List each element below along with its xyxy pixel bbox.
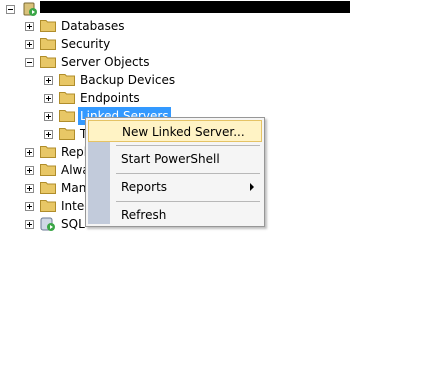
- tree-item-backup-devices[interactable]: Backup Devices: [0, 71, 200, 89]
- menu-separator: [116, 201, 260, 202]
- tree-item-replication[interactable]: Repl: [0, 143, 90, 161]
- submenu-arrow-icon: [250, 183, 254, 191]
- tree-item-label: Endpoints: [80, 91, 140, 105]
- tree-item-triggers[interactable]: T: [0, 125, 90, 143]
- expand-toggle-icon[interactable]: [25, 184, 34, 193]
- tree-item-management[interactable]: Man: [0, 179, 90, 197]
- expand-toggle-icon[interactable]: [44, 130, 53, 139]
- folder-icon: [59, 110, 75, 122]
- tree-root[interactable]: [0, 0, 438, 18]
- expand-toggle-icon[interactable]: [25, 202, 34, 211]
- tree-item-label: Server Objects: [61, 55, 150, 69]
- folder-icon: [40, 182, 56, 194]
- menu-separator: [116, 145, 260, 146]
- tree-item-databases[interactable]: Databases: [0, 17, 200, 35]
- tree-item-label: Backup Devices: [80, 73, 176, 87]
- tree-item-server-objects[interactable]: Server Objects: [0, 53, 200, 71]
- tree-item-label: Security: [61, 37, 111, 51]
- folder-icon: [40, 20, 56, 32]
- tree-item-alwayson[interactable]: Alwa: [0, 161, 90, 179]
- folder-icon: [59, 74, 75, 86]
- folder-icon: [40, 146, 56, 158]
- menu-item-new-linked-server[interactable]: New Linked Server...: [88, 120, 262, 142]
- collapse-toggle-icon[interactable]: [6, 5, 15, 14]
- expand-toggle-icon[interactable]: [25, 22, 34, 31]
- expand-toggle-icon[interactable]: [44, 94, 53, 103]
- menu-item-start-powershell[interactable]: Start PowerShell: [88, 148, 262, 170]
- tree-item-label: SQL: [61, 217, 85, 231]
- agent-icon: [40, 217, 55, 231]
- expand-toggle-icon[interactable]: [44, 76, 53, 85]
- collapse-toggle-icon[interactable]: [25, 58, 34, 67]
- menu-item-reports[interactable]: Reports: [88, 176, 262, 198]
- folder-icon: [40, 38, 56, 50]
- tree-item-label: Man: [61, 181, 87, 195]
- tree-item-security[interactable]: Security: [0, 35, 200, 53]
- tree-item-label: Databases: [61, 19, 125, 33]
- redacted-server-name: [40, 1, 350, 13]
- tree-item-label: Repl: [61, 145, 88, 159]
- expand-toggle-icon[interactable]: [25, 40, 34, 49]
- tree-item-integration[interactable]: Integ: [0, 197, 92, 215]
- menu-item-label: Reports: [121, 180, 168, 194]
- expand-toggle-icon[interactable]: [25, 148, 34, 157]
- folder-icon: [59, 92, 75, 104]
- folder-icon: [59, 128, 75, 140]
- server-icon: [23, 2, 37, 16]
- expand-toggle-icon[interactable]: [25, 166, 34, 175]
- folder-icon: [40, 164, 56, 176]
- context-menu: New Linked Server... Start PowerShell Re…: [85, 117, 265, 227]
- menu-item-label: Refresh: [121, 208, 167, 222]
- folder-icon: [40, 200, 56, 212]
- menu-item-label: New Linked Server...: [122, 125, 245, 139]
- tree-item-endpoints[interactable]: Endpoints: [0, 89, 200, 107]
- folder-icon: [40, 56, 56, 68]
- expand-toggle-icon[interactable]: [44, 112, 53, 121]
- menu-item-label: Start PowerShell: [121, 152, 220, 166]
- menu-separator: [116, 173, 260, 174]
- expand-toggle-icon[interactable]: [25, 220, 34, 229]
- menu-item-refresh[interactable]: Refresh: [88, 204, 262, 226]
